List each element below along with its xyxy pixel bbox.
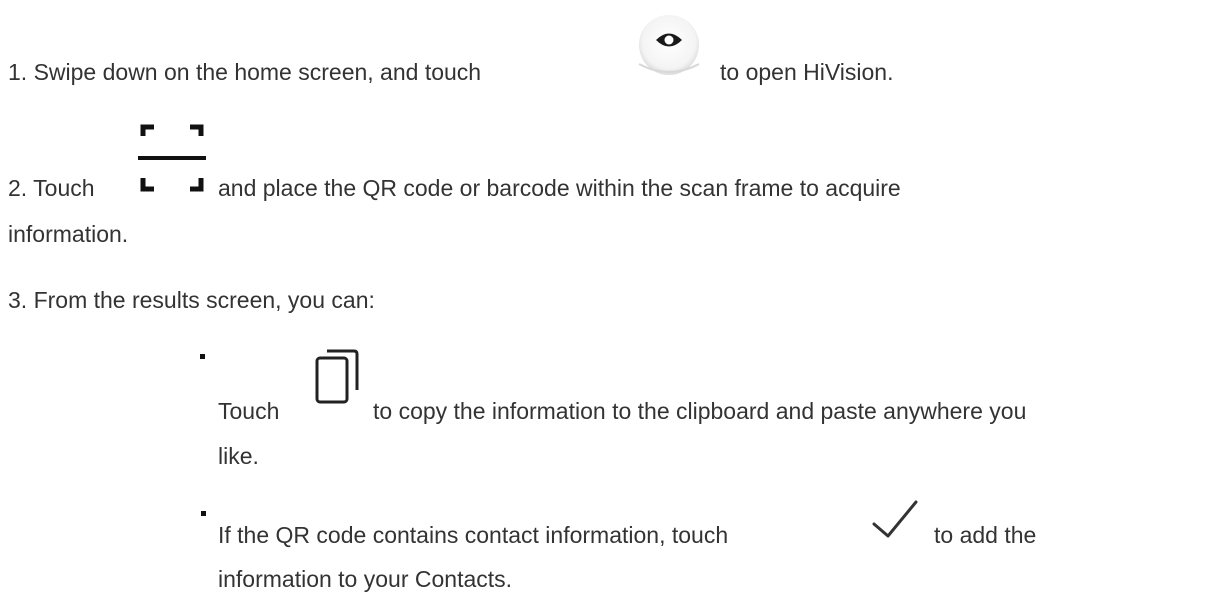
- checkmark-icon: [870, 494, 920, 540]
- step-2-continuation: information.: [8, 221, 129, 247]
- step-1-prefix: 1. Swipe down on the home screen, and to…: [8, 59, 482, 85]
- step-3-text: 3. From the results screen, you can:: [8, 287, 375, 313]
- list-bullet: [200, 354, 205, 359]
- step-2-suffix: and place the QR code or barcode within …: [218, 175, 901, 201]
- option-1-prefix: Touch: [218, 398, 280, 424]
- list-bullet: [201, 511, 206, 516]
- scan-frame-icon: [136, 122, 208, 194]
- option-1-suffix: to copy the information to the clipboard…: [373, 398, 1027, 424]
- step-2-prefix: 2. Touch: [8, 175, 95, 201]
- option-1-continuation: like.: [218, 443, 259, 469]
- option-2-suffix: to add the: [934, 522, 1037, 548]
- copy-icon: [312, 344, 362, 406]
- option-2-prefix: If the QR code contains contact informat…: [218, 522, 729, 548]
- step-1-suffix: to open HiVision.: [720, 59, 894, 85]
- option-2-continuation: information to your Contacts.: [218, 566, 513, 592]
- hivision-eye-icon: [634, 14, 704, 78]
